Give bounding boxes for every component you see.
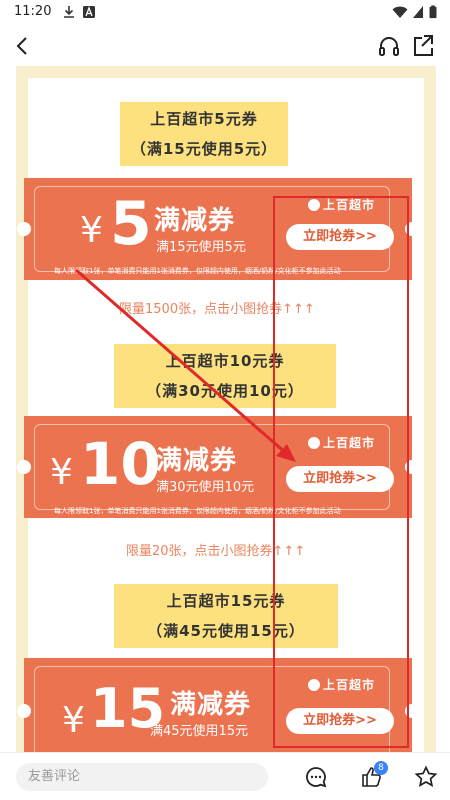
favorite-star-icon[interactable] [414, 765, 438, 789]
like-count-badge: 8 [374, 761, 388, 775]
coupon-condition: 满15元使用5元 [156, 240, 246, 255]
coupon-amount: 10 [80, 430, 161, 498]
coupon-type-label: 满减券 [154, 206, 236, 236]
status-bar: 11:20 [0, 0, 450, 24]
status-time: 11:20 [14, 4, 52, 19]
comment-icon[interactable] [304, 765, 328, 789]
yen-symbol: ¥ [62, 700, 85, 741]
app-notification-icon [83, 6, 95, 18]
coupon-type-label: 满减券 [156, 446, 238, 476]
coupon-condition: 满45元使用15元 [150, 724, 249, 739]
download-icon [64, 6, 74, 18]
battery-icon [429, 5, 437, 19]
signal-icon [413, 6, 423, 18]
headphone-icon[interactable] [376, 32, 402, 60]
share-icon[interactable] [410, 32, 436, 60]
bottom-bar: 友善评论 8 [0, 752, 450, 800]
coupon-title: 上百超市5元券 [150, 110, 258, 128]
wifi-icon [392, 6, 408, 18]
back-arrow-icon[interactable] [10, 32, 36, 60]
coupon-subtitle: （满15元使用5元） [130, 140, 278, 158]
highlight-box [273, 196, 409, 748]
coupon-condition: 满30元使用10元 [156, 480, 255, 495]
coupon-notch [17, 222, 31, 236]
coupon-notch [17, 460, 31, 474]
coupon-amount: 5 [110, 189, 152, 259]
coupon-title-box: 上百超市5元券 （满15元使用5元） [120, 102, 288, 166]
comment-input[interactable]: 友善评论 [16, 763, 268, 791]
coupon-notch [17, 704, 31, 718]
coupon-type-label: 满减券 [170, 690, 252, 720]
top-bar [0, 24, 450, 68]
yen-symbol: ¥ [80, 210, 103, 251]
yen-symbol: ¥ [50, 452, 73, 493]
